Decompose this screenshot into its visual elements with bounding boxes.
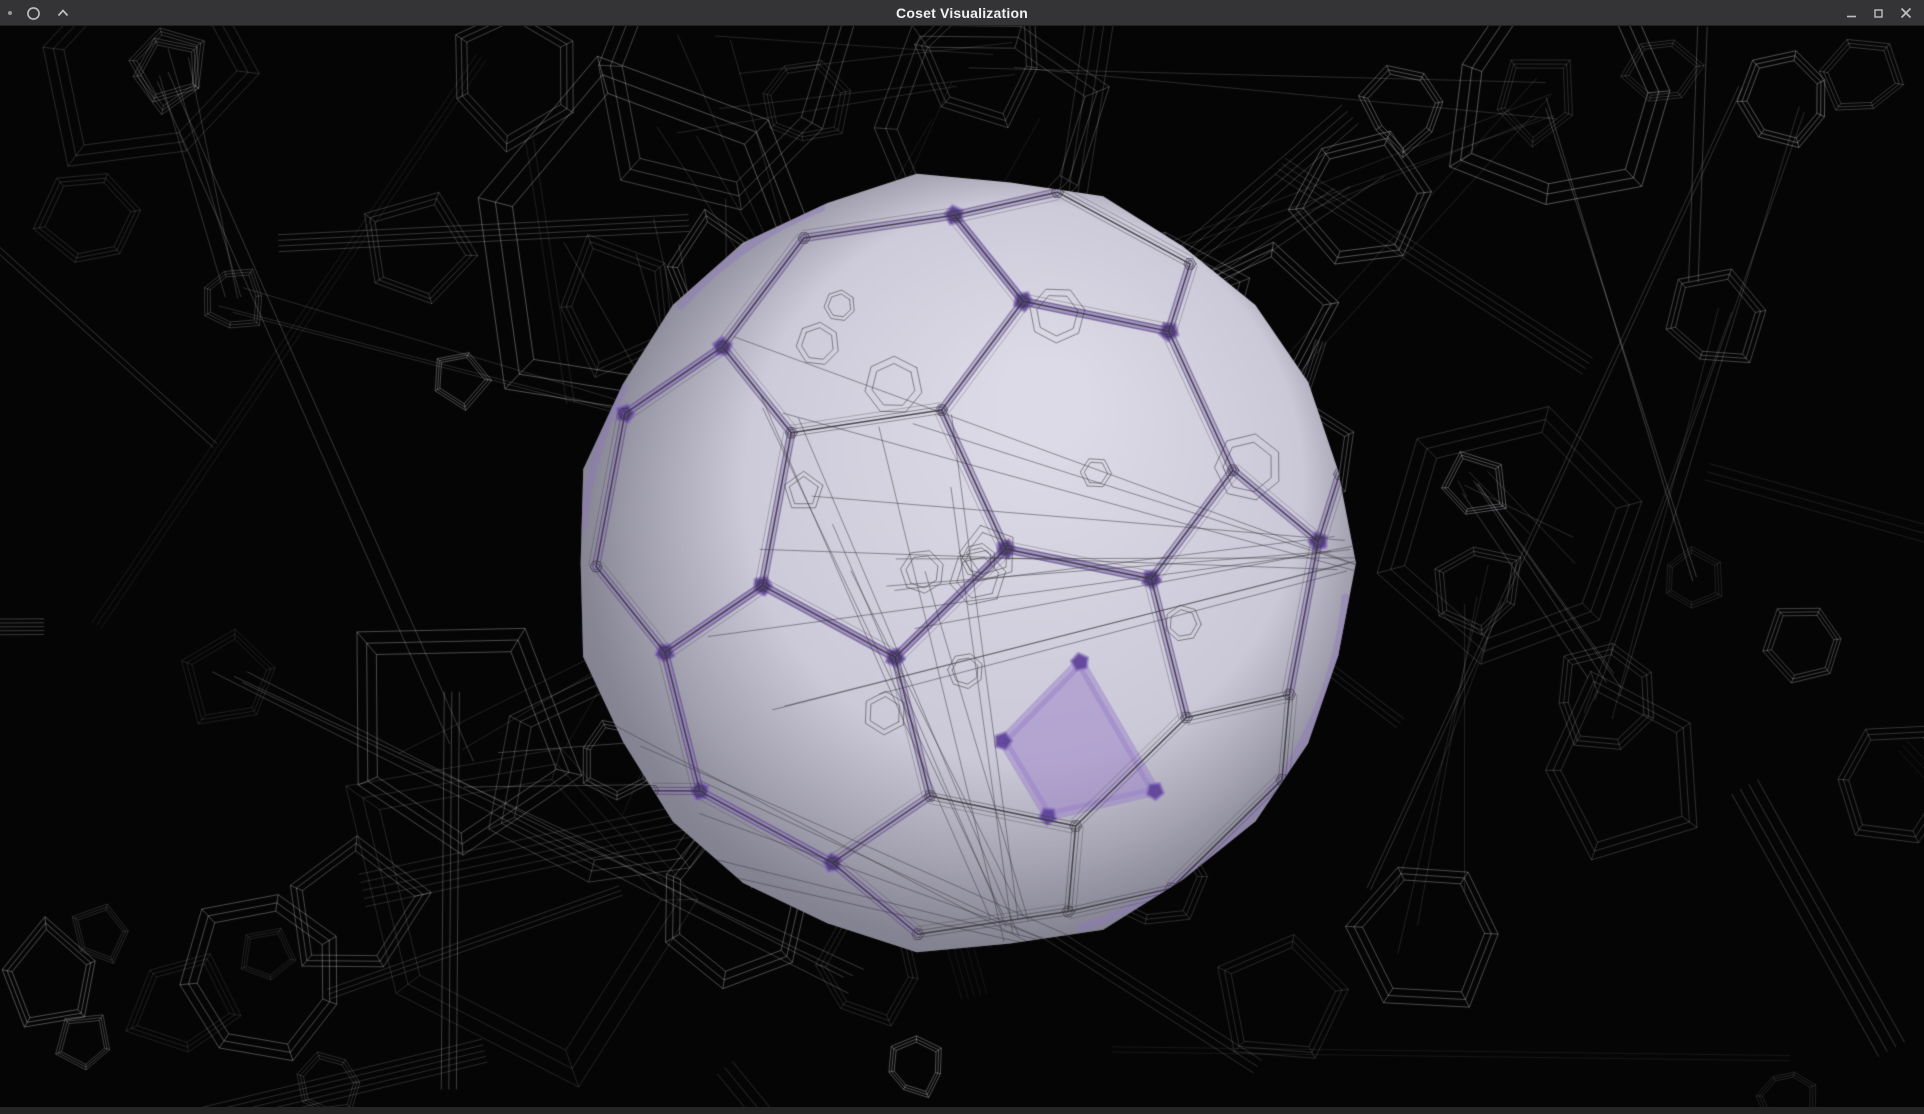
- scene-canvas[interactable]: [0, 26, 1924, 1107]
- dot-icon: [8, 11, 12, 15]
- viewport-3d[interactable]: [0, 26, 1924, 1107]
- chevron-up-button[interactable]: [55, 5, 71, 21]
- window-bottom-border: [0, 1107, 1924, 1114]
- close-icon: [1899, 6, 1913, 20]
- maximize-button[interactable]: [1871, 6, 1886, 21]
- window-controls: [1844, 0, 1914, 26]
- close-button[interactable]: [1898, 5, 1914, 21]
- minimize-icon: [1845, 7, 1858, 20]
- window-title: Coset Visualization: [0, 0, 1924, 26]
- titlebar-left-icons: [8, 0, 71, 26]
- app-window: Coset Visualization: [0, 0, 1924, 1114]
- titlebar[interactable]: Coset Visualization: [0, 0, 1924, 26]
- maximize-icon: [1872, 7, 1885, 20]
- circle-icon: [26, 6, 41, 21]
- chevron-up-icon: [56, 6, 70, 20]
- circle-button[interactable]: [25, 5, 42, 22]
- minimize-button[interactable]: [1844, 6, 1859, 21]
